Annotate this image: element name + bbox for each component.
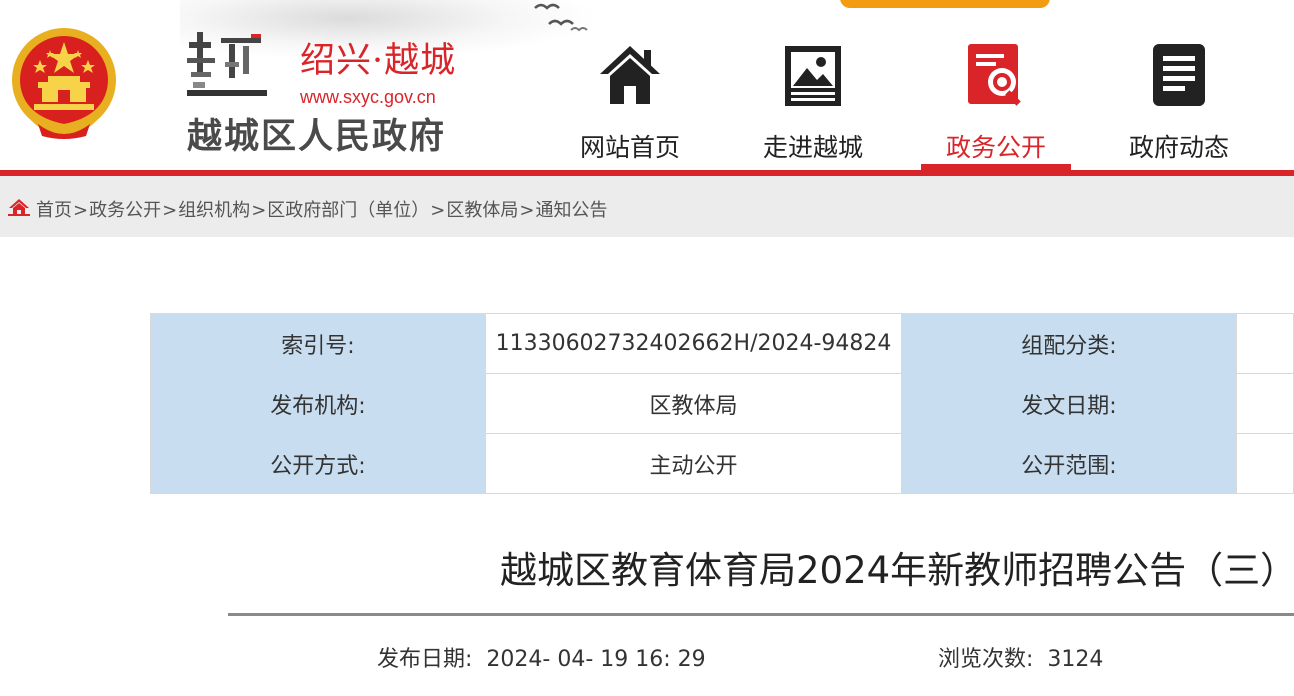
view-count-meta: 浏览次数: 3124: [938, 641, 1103, 673]
breadcrumb-departments[interactable]: 区政府部门（单位）: [267, 200, 429, 221]
breadcrumb-notices[interactable]: 通知公告: [535, 200, 607, 221]
issue-date-value: [1236, 373, 1294, 434]
nav-label-gov-news: 政府动态: [1128, 133, 1229, 162]
breadcrumb-home[interactable]: 首页: [36, 200, 72, 221]
yue-calligraphy-logo: [187, 32, 267, 96]
disclosure-method-label: 公开方式:: [150, 433, 486, 494]
index-number-label: 索引号:: [150, 313, 486, 374]
publisher-value: 区教体局: [485, 373, 902, 434]
breadcrumb-separator: >: [162, 200, 178, 221]
breadcrumb-separator: >: [251, 200, 267, 221]
article-title: 越城区教育体育局2024年新教师招聘公告（三）: [500, 549, 1294, 592]
breadcrumb: 首页>政务公开>组织机构>区政府部门（单位）>区教体局>通知公告: [0, 176, 1294, 237]
nav-label-explore: 走进越城: [762, 133, 863, 162]
disclosure-scope-value: [1236, 433, 1294, 494]
publisher-label: 发布机构:: [150, 373, 486, 434]
breadcrumb-gov-affairs[interactable]: 政务公开: [89, 200, 161, 221]
nav-gov-affairs[interactable]: 政务公开: [921, 38, 1071, 170]
category-value: [1236, 313, 1294, 374]
top-orange-tab[interactable]: [840, 0, 1050, 8]
nav-gov-news[interactable]: 政府动态: [1104, 38, 1254, 170]
breadcrumb-separator: >: [73, 200, 89, 221]
disclosure-scope-label: 公开范围:: [901, 433, 1237, 494]
issue-date-label: 发文日期:: [901, 373, 1237, 434]
breadcrumb-separator: >: [519, 200, 535, 221]
document-info-table: 索引号: 11330602732402662H/2024-94824 组配分类:…: [150, 313, 1294, 494]
category-label: 组配分类:: [901, 313, 1237, 374]
landscape-picture-icon: [785, 46, 841, 106]
home-icon: [8, 199, 30, 216]
table-row: 发布机构: 区教体局 发文日期:: [150, 373, 1294, 434]
publish-date-meta: 发布日期: 2024- 04- 19 16: 29: [377, 641, 706, 673]
breadcrumb-education-bureau[interactable]: 区教体局: [446, 200, 518, 221]
publish-date-label: 发布日期:: [377, 647, 473, 672]
index-number-value: 11330602732402662H/2024-94824: [485, 313, 902, 374]
site-name: 绍兴·越城: [300, 41, 457, 81]
breadcrumb-trail: 首页>政务公开>组织机构>区政府部门（单位）>区教体局>通知公告: [36, 196, 607, 222]
document-search-icon: [968, 44, 1021, 106]
site-url[interactable]: www.sxyc.gov.cn: [300, 87, 436, 108]
table-row: 公开方式: 主动公开 公开范围:: [150, 433, 1294, 494]
nav-label-home: 网站首页: [579, 133, 680, 162]
national-emblem-icon: [12, 28, 116, 139]
view-count-label: 浏览次数:: [938, 647, 1034, 672]
news-list-icon: [1153, 44, 1205, 106]
site-header: 绍兴·越城 www.sxyc.gov.cn 越城区人民政府 网站首页 走进越城: [0, 0, 1294, 170]
title-divider: [228, 613, 1294, 616]
gov-name: 越城区人民政府: [187, 117, 447, 157]
table-row: 索引号: 11330602732402662H/2024-94824 组配分类:: [150, 313, 1294, 374]
nav-home[interactable]: 网站首页: [555, 38, 705, 170]
birds-decoration: [534, 3, 588, 32]
nav-explore[interactable]: 走进越城: [738, 38, 888, 170]
publish-date-value: 2024- 04- 19 16: 29: [486, 647, 706, 672]
disclosure-method-value: 主动公开: [485, 433, 902, 494]
nav-label-gov-affairs: 政务公开: [945, 133, 1046, 162]
house-icon: [600, 46, 660, 104]
breadcrumb-separator: >: [430, 200, 446, 221]
view-count-value: 3124: [1047, 647, 1104, 672]
breadcrumb-organization[interactable]: 组织机构: [178, 200, 250, 221]
